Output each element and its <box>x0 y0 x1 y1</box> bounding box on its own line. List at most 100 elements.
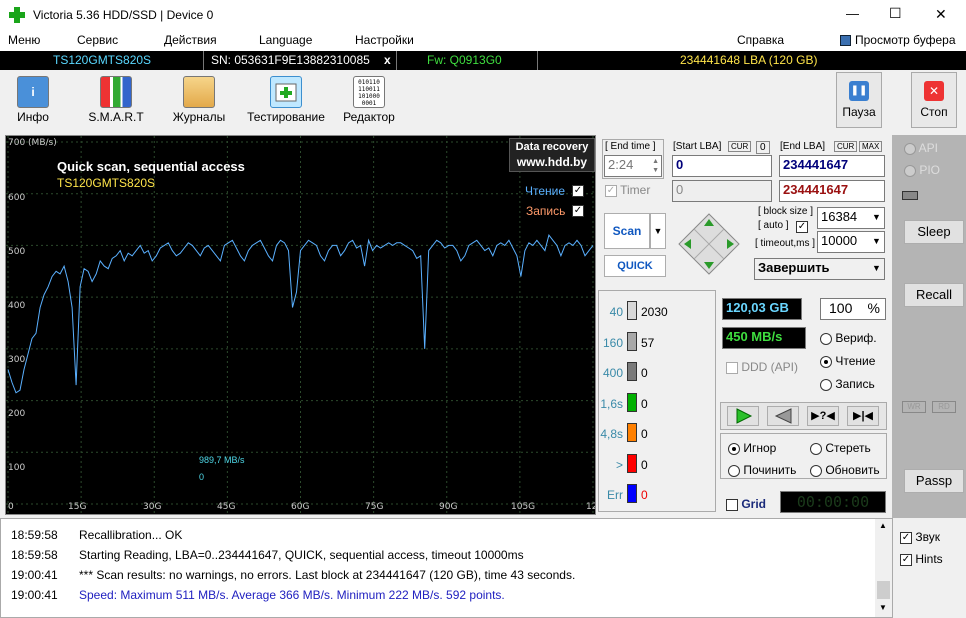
api-radio[interactable]: API <box>904 141 938 155</box>
stat-color-swatch <box>627 301 637 320</box>
scroll-down-icon[interactable]: ▼ <box>879 603 887 612</box>
info-button[interactable]: i Инфо <box>8 72 58 128</box>
menu-item-help[interactable]: Справка <box>737 33 784 47</box>
end-icon[interactable]: ▶|◀ <box>847 406 879 426</box>
play-icon[interactable] <box>727 406 759 426</box>
smart-button[interactable]: S.M.A.R.T <box>86 72 146 128</box>
spin-icon[interactable]: ▲ ▼ <box>652 157 659 175</box>
scroll-up-icon[interactable]: ▲ <box>879 521 887 530</box>
ignore-radio[interactable]: Игнор <box>728 441 776 455</box>
stat-color-swatch <box>627 392 637 412</box>
stat-color-swatch <box>627 453 637 473</box>
info-icon: i <box>17 76 49 108</box>
erase-radio[interactable]: Стереть <box>810 441 871 455</box>
first-aid-icon <box>270 76 302 108</box>
buffer-icon <box>840 35 851 46</box>
end-time-field[interactable]: 2:24 ▲ ▼ <box>604 155 662 177</box>
menu-item-settings[interactable]: Настройки <box>355 33 414 47</box>
timer-checkbox[interactable]: ✓ Timer <box>605 183 650 197</box>
chevron-down-icon: ▼ <box>872 263 881 273</box>
stat-count: 0 <box>641 396 648 411</box>
test-tubes-icon <box>100 76 132 108</box>
stat-count: 0 <box>641 427 648 441</box>
cur-button[interactable]: CUR <box>728 141 752 152</box>
finish-select[interactable]: Завершить <box>754 258 885 280</box>
minimize-button[interactable]: — <box>846 6 859 21</box>
log-scrollbar[interactable]: ▲ ▼ <box>875 519 892 617</box>
read-legend-checkbox[interactable]: ✓ <box>572 185 584 197</box>
title-bar: Victoria 5.36 HDD/SSD | Device 0 — ☐ ✕ <box>0 0 966 31</box>
hints-checkbox[interactable]: ✓ Hints <box>900 552 943 566</box>
read-radio[interactable]: Чтение <box>820 354 875 368</box>
stop-button[interactable]: ✕ Стоп <box>911 72 957 128</box>
stat-color-swatch <box>627 362 637 381</box>
stat-color-swatch <box>627 331 637 351</box>
stat-count: 0 <box>641 457 648 472</box>
menu-bar: Меню Сервис Действия Language Настройки … <box>0 31 966 51</box>
cur-value: 0 <box>756 141 770 154</box>
timer-input[interactable]: 0 <box>672 180 772 202</box>
maximize-button[interactable]: ☐ <box>889 5 902 22</box>
folder-icon <box>183 76 215 108</box>
max-button[interactable]: MAX <box>859 141 883 152</box>
y-tick: 400 <box>8 301 26 311</box>
chevron-down-icon: ▼ <box>872 236 881 246</box>
stat-label: > <box>615 457 623 472</box>
write-radio[interactable]: Запись <box>820 377 875 391</box>
end-lba-input[interactable]: 234441647 <box>779 155 885 177</box>
auto-checkbox[interactable]: ✓ <box>796 221 808 233</box>
elapsed-clock: 00:00:00 <box>780 491 886 513</box>
read-series-line <box>7 233 594 394</box>
y-tick: 300 <box>8 355 26 365</box>
sleep-button[interactable]: Sleep <box>904 220 964 244</box>
grid-checkbox[interactable]: Grid <box>726 497 766 511</box>
x-tick: 60G <box>291 502 310 512</box>
scan-dropdown[interactable]: ▼ <box>650 213 666 249</box>
log-row: 19:00:41 Speed: Maximum 511 MB/s. Average… <box>11 588 505 602</box>
end-lba-2-input[interactable]: 234441647 <box>779 180 885 202</box>
cur-end-button[interactable]: CUR <box>834 141 858 152</box>
speed-chart <box>6 136 595 514</box>
lba-capacity: 234441648 LBA (120 GB) <box>680 53 818 67</box>
menu-item-service[interactable]: Сервис <box>77 33 118 47</box>
end-lba-label: [End LBA] <box>780 141 826 152</box>
close-button[interactable]: ✕ <box>935 6 947 23</box>
start-lba-input[interactable]: 0 <box>672 155 772 177</box>
zero-label: 0 <box>199 472 205 482</box>
x-tick: 12 <box>586 502 595 512</box>
refresh-radio[interactable]: Обновить <box>810 463 880 477</box>
ddd-api-checkbox[interactable]: DDD (API) <box>726 360 798 374</box>
menu-item-language[interactable]: Language <box>259 33 312 47</box>
x-tick: 105G <box>511 502 536 512</box>
scan-button[interactable]: Scan <box>604 213 650 249</box>
write-legend-checkbox[interactable]: ✓ <box>572 205 584 217</box>
verify-radio[interactable]: Вериф. <box>820 331 877 345</box>
stop-icon: ✕ <box>924 81 944 101</box>
testing-button[interactable]: Тестирование <box>245 72 327 128</box>
menu-item-menu[interactable]: Меню <box>8 33 40 47</box>
pause-button[interactable]: ❚❚ Пауза <box>836 72 882 128</box>
menu-item-buffer[interactable]: Просмотр буфера <box>855 33 956 47</box>
menu-item-actions[interactable]: Действия <box>164 33 217 47</box>
y-tick: 500 <box>8 247 26 257</box>
rewind-icon[interactable] <box>767 406 799 426</box>
scroll-thumb[interactable] <box>877 581 890 599</box>
graph-title: Quick scan, sequential access <box>57 159 245 174</box>
repair-radio[interactable]: Починить <box>728 463 796 477</box>
passp-button[interactable]: Passp <box>904 469 964 493</box>
block-size-label: [ block size ] <box>758 206 814 217</box>
quick-button[interactable]: QUICK <box>604 255 666 277</box>
pio-radio[interactable]: PIO <box>904 163 940 177</box>
editor-button[interactable]: 010110 110011 101000 0001 Редактор <box>340 72 398 128</box>
stat-label: 40 <box>609 305 623 319</box>
logs-button[interactable]: Журналы <box>170 72 228 128</box>
direction-pad[interactable] <box>678 213 740 275</box>
recall-button[interactable]: Recall <box>904 283 964 307</box>
write-legend: Запись <box>526 204 566 218</box>
skip-icon[interactable]: ▶?◀ <box>807 406 839 426</box>
log-row: 19:00:41 *** Scan results: no warnings, n… <box>11 568 576 582</box>
close-device-icon[interactable]: x <box>384 53 391 67</box>
sound-checkbox[interactable]: ✓ Звук <box>900 530 940 544</box>
end-time-label: [ End time ] <box>605 141 656 152</box>
log-panel[interactable]: 18:59:58 Recallibration... OK 18:59:58 Sta… <box>0 518 893 618</box>
